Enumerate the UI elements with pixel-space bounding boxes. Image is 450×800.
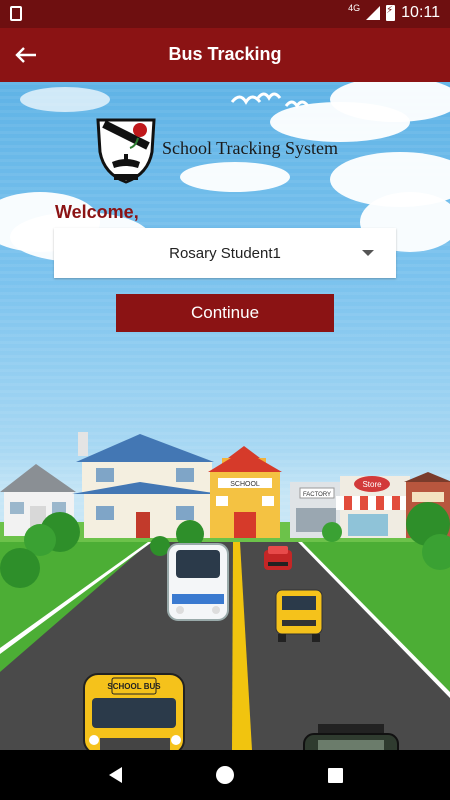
school-logo: School Tracking System (94, 112, 338, 184)
store-sign: Store (362, 480, 382, 489)
page-title: Bus Tracking (168, 44, 282, 64)
app-bar: Bus Tracking (0, 28, 450, 82)
bus-sign: SCHOOL BUS (107, 682, 161, 691)
white-bus (167, 543, 229, 621)
dropdown-arrow-icon (362, 250, 374, 256)
clock: 10:11 (401, 4, 440, 21)
nav-home-button[interactable] (205, 755, 245, 795)
signal-icon (366, 6, 381, 20)
school-crest-icon (96, 118, 156, 184)
status-icons: 4G 10:11 (348, 3, 440, 22)
house-blue-roof (72, 432, 220, 538)
vintage-car (303, 724, 399, 750)
triangle-back-icon (108, 767, 122, 783)
status-bar: 4G 10:11 (0, 0, 450, 28)
school-sign: SCHOOL (230, 481, 260, 488)
continue-button[interactable]: Continue (116, 294, 334, 332)
system-nav-bar (0, 750, 450, 800)
circle-home-icon (216, 766, 234, 784)
network-type: 4G (348, 3, 361, 13)
factory-sign: FACTORY (303, 492, 331, 498)
student-select[interactable]: Rosary Student1 (54, 228, 396, 278)
logo-text: School Tracking System (162, 137, 339, 158)
welcome-label: Welcome, (55, 202, 139, 222)
nav-back-button[interactable] (95, 755, 135, 795)
yellow-bus-small (275, 589, 323, 642)
school-bus: SCHOOL BUS (83, 673, 185, 750)
cloud (20, 87, 110, 112)
red-car (264, 546, 292, 570)
town-illustration: SCHOOL FACTORY Store SCHOOL BUS (0, 432, 450, 750)
battery-charging-icon (386, 5, 396, 21)
student-select-value: Rosary Student1 (169, 244, 281, 262)
nav-recents-button[interactable] (315, 755, 355, 795)
square-recents-icon (327, 767, 343, 783)
main-content: School Tracking System Welcome, Rosary S… (0, 82, 450, 750)
sd-card-icon (10, 6, 22, 21)
store-building: Store (336, 476, 410, 538)
school-building: SCHOOL (208, 446, 282, 538)
